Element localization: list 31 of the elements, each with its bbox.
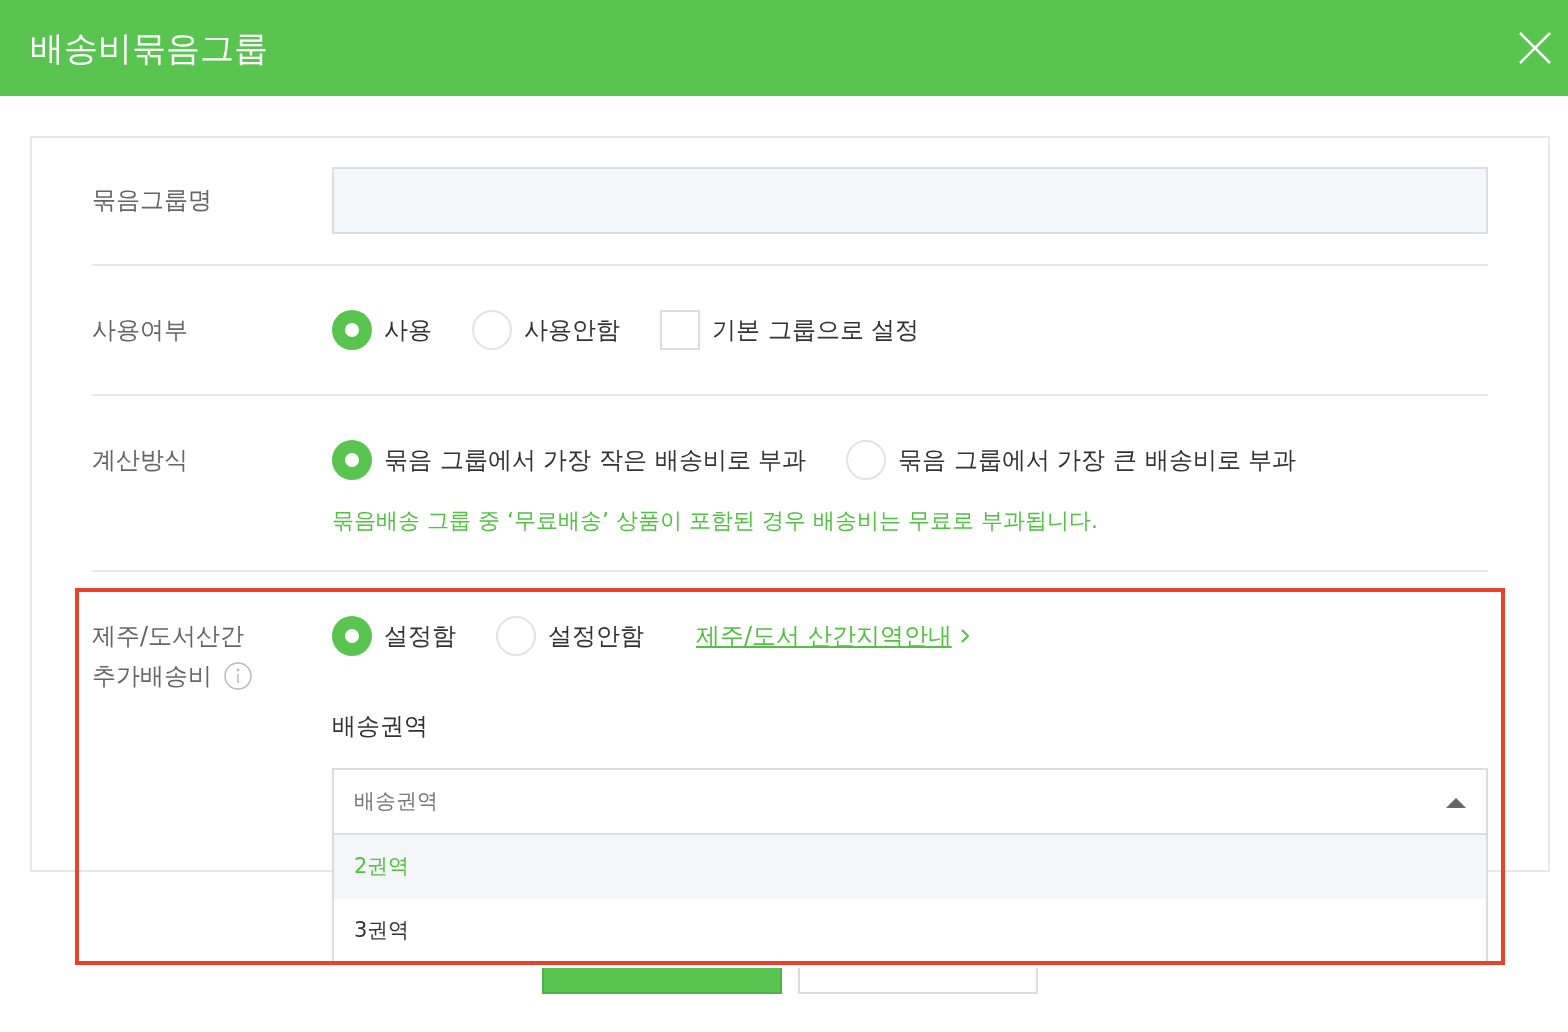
dialog-title: 배송비묶음그룹 [30, 26, 268, 70]
chevron-right-icon [959, 628, 970, 644]
radio-button[interactable] [332, 440, 372, 480]
radio-button[interactable] [472, 310, 512, 350]
area-guide-link[interactable]: 제주/도서 산간지역안내 [696, 618, 952, 654]
field-label: 묶음그룹명 [92, 185, 213, 216]
zone-select[interactable]: 배송권역 [332, 768, 1488, 835]
radio-label: 사용 [384, 315, 432, 346]
field-label: 추가배송비 [92, 661, 212, 692]
field-label: 제주/도서산간 [92, 621, 246, 652]
checkbox[interactable] [660, 310, 700, 350]
info-icon[interactable] [224, 662, 252, 690]
radio-label: 묶음 그룹에서 가장 작은 배송비로 부과 [384, 445, 807, 476]
radio-button[interactable] [846, 440, 887, 480]
radio-label: 사용안함 [524, 315, 620, 346]
group-name-input[interactable] [332, 166, 1488, 234]
close-icon[interactable] [1518, 31, 1552, 65]
field-label: 계산방식 [92, 445, 189, 476]
radio-label: 설정함 [384, 621, 456, 652]
zone-label: 배송권역 [332, 711, 429, 742]
radio-button[interactable] [496, 616, 536, 656]
primary-button[interactable] [542, 968, 782, 994]
radio-button[interactable] [332, 616, 372, 656]
checkbox-label: 기본 그룹으로 설정 [712, 315, 920, 346]
caret-up-icon [1446, 795, 1466, 808]
radio-label: 설정안함 [548, 621, 644, 652]
radio-button[interactable] [332, 310, 372, 350]
field-label: 사용여부 [92, 315, 189, 346]
secondary-button[interactable] [798, 968, 1038, 994]
radio-label: 묶음 그룹에서 가장 큰 배송비로 부과 [898, 445, 1297, 476]
note-text: 묶음배송 그룹 중 ‘무료배송’ 상품이 포함된 경우 배송비는 무료로 부과됩니다. [332, 507, 1099, 535]
